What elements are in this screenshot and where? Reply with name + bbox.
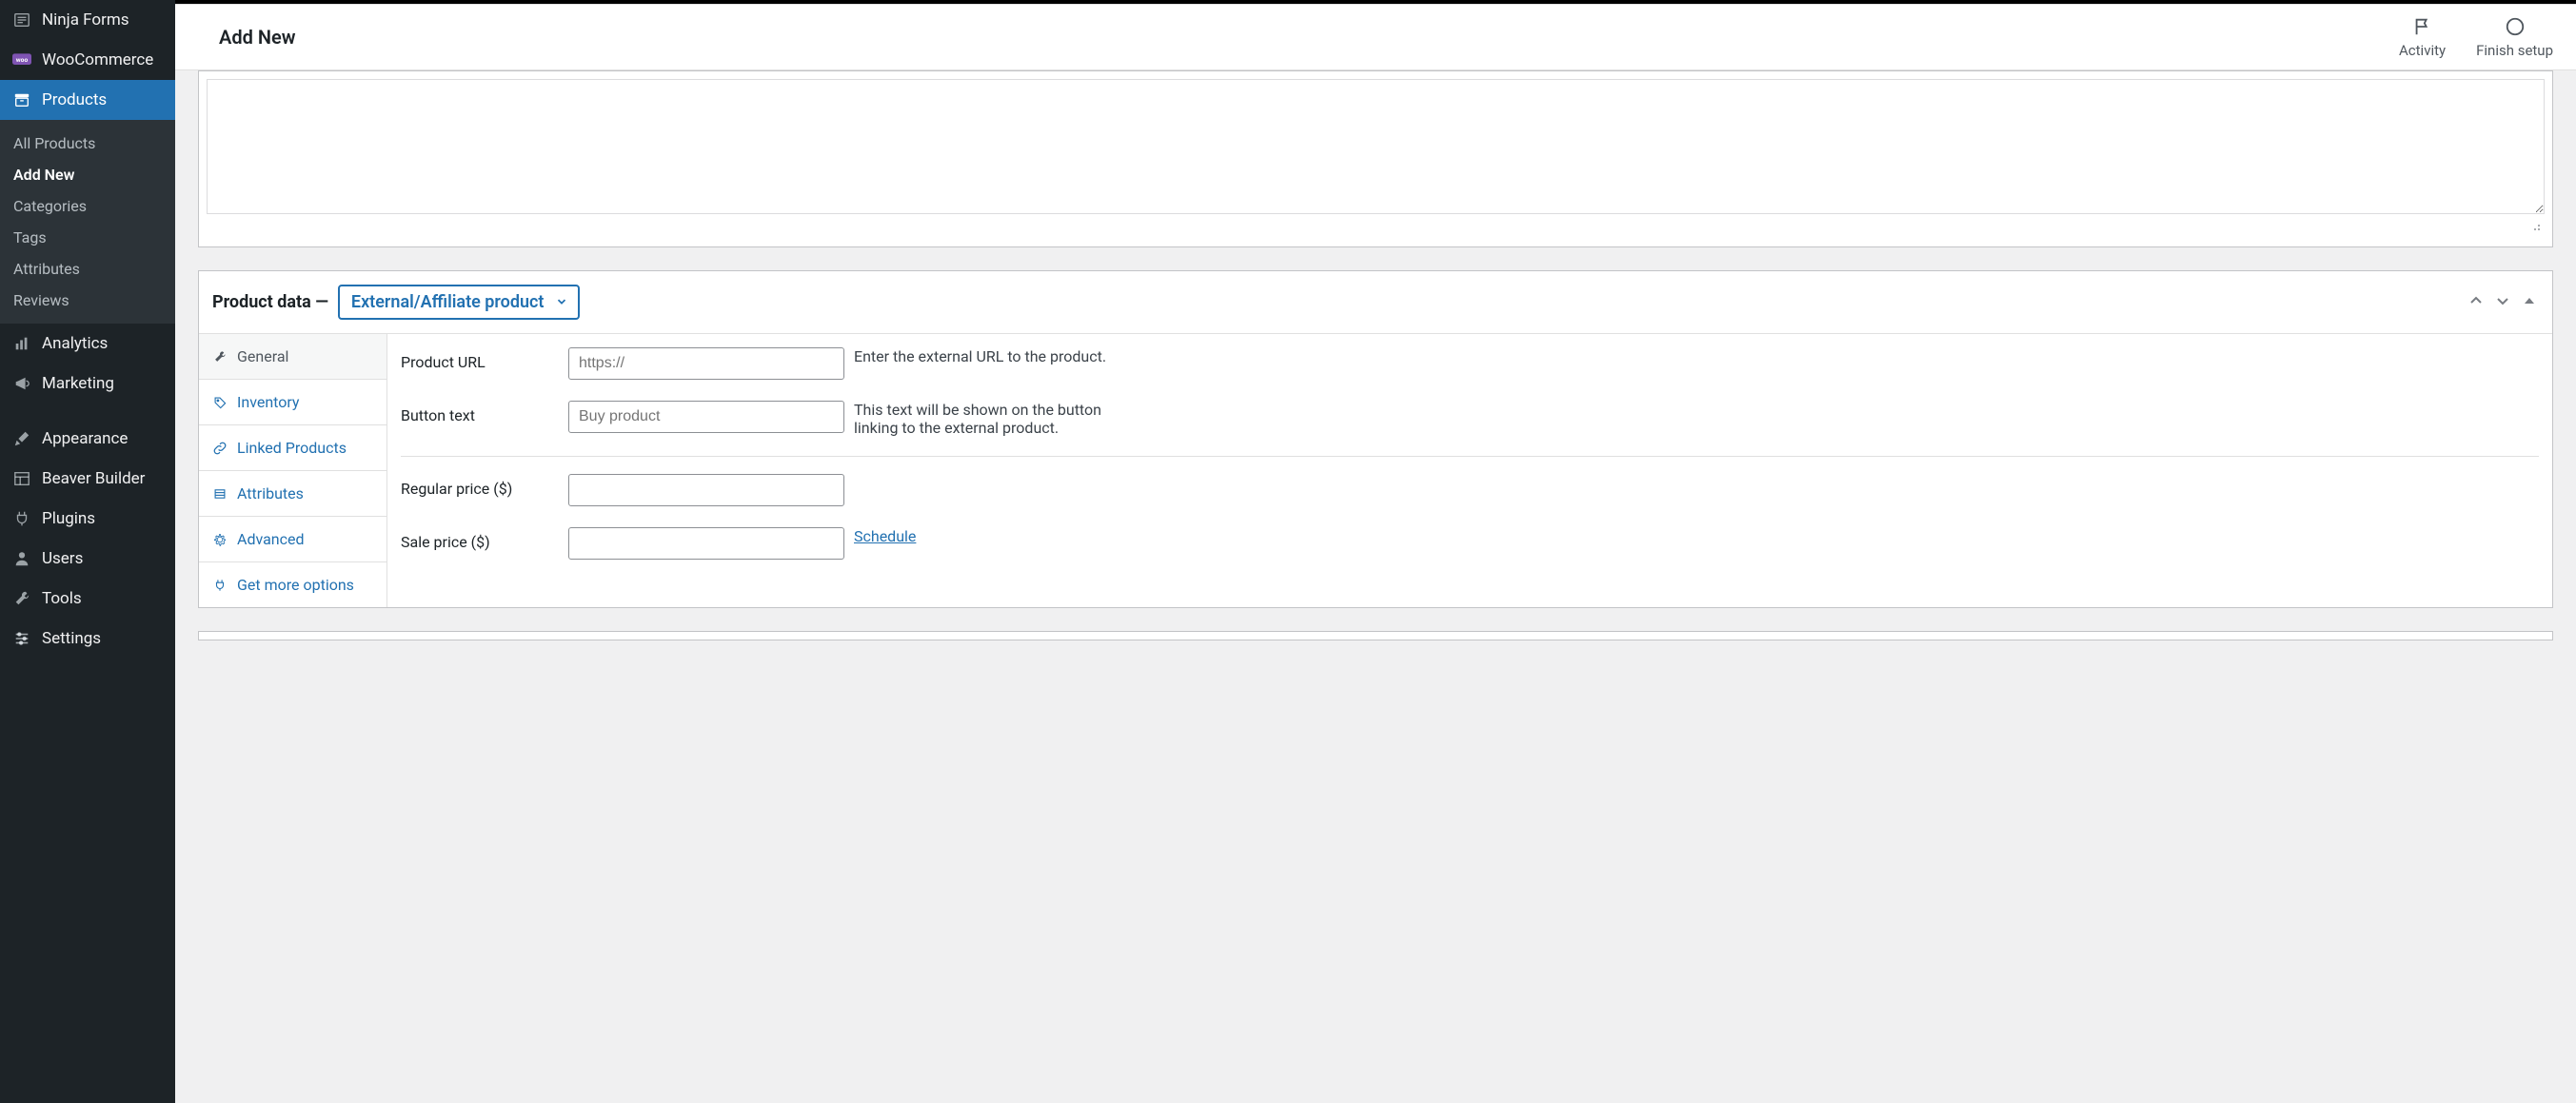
sidebar-item-products[interactable]: Products bbox=[0, 80, 175, 120]
tab-label: Advanced bbox=[237, 530, 305, 548]
button-text-input[interactable] bbox=[568, 401, 844, 433]
sidebar-item-ninja-forms[interactable]: Ninja Forms bbox=[0, 0, 175, 40]
sidebar-item-label: Plugins bbox=[42, 509, 95, 528]
tab-inventory[interactable]: Inventory bbox=[199, 380, 386, 425]
tab-attributes[interactable]: Attributes bbox=[199, 471, 386, 517]
sidebar-item-analytics[interactable]: Analytics bbox=[0, 324, 175, 364]
sidebar-item-label: Marketing bbox=[42, 374, 114, 393]
product-url-input[interactable] bbox=[568, 347, 844, 380]
move-up-icon[interactable] bbox=[2467, 291, 2486, 314]
schedule-link[interactable]: Schedule bbox=[854, 527, 916, 545]
product-type-select[interactable]: External/Affiliate product bbox=[338, 285, 581, 320]
tab-label: Linked Products bbox=[237, 439, 347, 457]
next-panel-top-edge bbox=[198, 631, 2553, 640]
sidebar-item-marketing[interactable]: Marketing bbox=[0, 364, 175, 404]
sidebar-item-plugins[interactable]: Plugins bbox=[0, 499, 175, 539]
page-body: Product data — External/Affiliate produc… bbox=[175, 0, 2576, 640]
button-text-help: This text will be shown on the button li… bbox=[854, 401, 1149, 437]
product-url-help: Enter the external URL to the product. bbox=[854, 347, 1106, 365]
regular-price-input[interactable] bbox=[568, 474, 844, 506]
tab-label: Inventory bbox=[237, 393, 300, 411]
product-data-form: Product URL Enter the external URL to th… bbox=[387, 334, 2552, 607]
activity-button[interactable]: Activity bbox=[2399, 15, 2446, 59]
sidebar-item-label: Ninja Forms bbox=[42, 10, 129, 30]
product-data-tabs: General Inventory Linked Products Attrib… bbox=[199, 334, 387, 607]
sidebar-item-label: Beaver Builder bbox=[42, 469, 145, 488]
topbar: Add New Activity Finish setup bbox=[175, 4, 2576, 70]
sidebar-submenu-products: All Products Add New Categories Tags Att… bbox=[0, 120, 175, 324]
sidebar-item-label: Tools bbox=[42, 589, 82, 608]
layout-icon bbox=[11, 468, 32, 489]
activity-label: Activity bbox=[2399, 42, 2446, 59]
circle-icon bbox=[2505, 15, 2526, 38]
product-data-header: Product data — External/Affiliate produc… bbox=[199, 271, 2552, 334]
link-icon bbox=[212, 441, 228, 456]
product-data-heading: Product data — bbox=[212, 292, 328, 312]
sidebar-subitem-tags[interactable]: Tags bbox=[0, 222, 175, 253]
sidebar-item-users[interactable]: Users bbox=[0, 539, 175, 579]
tab-advanced[interactable]: Advanced bbox=[199, 517, 386, 562]
user-icon bbox=[11, 548, 32, 569]
form-icon bbox=[11, 10, 32, 30]
toggle-panel-icon[interactable] bbox=[2520, 291, 2539, 314]
megaphone-icon bbox=[11, 373, 32, 394]
admin-sidebar: Ninja Forms woo WooCommerce Products All… bbox=[0, 0, 175, 1103]
sliders-icon bbox=[11, 628, 32, 649]
sidebar-item-label: WooCommerce bbox=[42, 50, 153, 69]
sidebar-item-appearance[interactable]: Appearance bbox=[0, 419, 175, 459]
bars-icon bbox=[11, 333, 32, 354]
product-data-panel: Product data — External/Affiliate produc… bbox=[198, 270, 2553, 608]
sidebar-item-label: Analytics bbox=[42, 334, 108, 353]
tab-get-more-options[interactable]: Get more options bbox=[199, 562, 386, 607]
finish-setup-button[interactable]: Finish setup bbox=[2476, 15, 2553, 59]
finish-setup-label: Finish setup bbox=[2476, 42, 2553, 59]
sidebar-subitem-reviews[interactable]: Reviews bbox=[0, 285, 175, 316]
page-title: Add New bbox=[219, 26, 296, 49]
list-icon bbox=[212, 486, 228, 502]
panel-controls bbox=[2467, 291, 2539, 314]
product-url-label: Product URL bbox=[401, 347, 568, 371]
tag-icon bbox=[212, 395, 228, 410]
resize-handle-icon[interactable] bbox=[207, 218, 2545, 235]
move-down-icon[interactable] bbox=[2493, 291, 2512, 314]
regular-price-label: Regular price ($) bbox=[401, 474, 568, 498]
sidebar-item-woocommerce[interactable]: woo WooCommerce bbox=[0, 40, 175, 80]
tab-linked-products[interactable]: Linked Products bbox=[199, 425, 386, 471]
gear-icon bbox=[212, 532, 228, 547]
sidebar-item-label: Products bbox=[42, 90, 107, 109]
wrench-icon bbox=[11, 588, 32, 609]
description-editor-box bbox=[198, 70, 2553, 247]
archive-icon bbox=[11, 89, 32, 110]
wrench-icon bbox=[212, 349, 228, 364]
sidebar-item-beaver-builder[interactable]: Beaver Builder bbox=[0, 459, 175, 499]
sidebar-subitem-attributes[interactable]: Attributes bbox=[0, 253, 175, 285]
tab-label: Get more options bbox=[237, 576, 354, 594]
product-type-value: External/Affiliate product bbox=[351, 292, 545, 312]
woo-icon: woo bbox=[11, 49, 32, 70]
sidebar-item-settings[interactable]: Settings bbox=[0, 619, 175, 659]
plug-icon bbox=[212, 578, 228, 593]
sidebar-item-label: Settings bbox=[42, 629, 101, 648]
svg-text:woo: woo bbox=[16, 56, 29, 64]
plug-icon bbox=[11, 508, 32, 529]
sidebar-item-tools[interactable]: Tools bbox=[0, 579, 175, 619]
chevron-down-icon bbox=[555, 292, 568, 312]
sidebar-subitem-add-new[interactable]: Add New bbox=[0, 159, 175, 190]
description-textarea[interactable] bbox=[207, 79, 2545, 214]
brush-icon bbox=[11, 428, 32, 449]
button-text-label: Button text bbox=[401, 401, 568, 424]
sidebar-item-label: Appearance bbox=[42, 429, 128, 448]
sale-price-label: Sale price ($) bbox=[401, 527, 568, 551]
tab-general[interactable]: General bbox=[199, 334, 386, 380]
sale-price-input[interactable] bbox=[568, 527, 844, 560]
flag-icon bbox=[2412, 15, 2433, 38]
sidebar-item-label: Users bbox=[42, 549, 83, 568]
tab-label: Attributes bbox=[237, 484, 304, 502]
sidebar-subitem-categories[interactable]: Categories bbox=[0, 190, 175, 222]
tab-label: General bbox=[237, 347, 288, 365]
sidebar-subitem-all-products[interactable]: All Products bbox=[0, 128, 175, 159]
